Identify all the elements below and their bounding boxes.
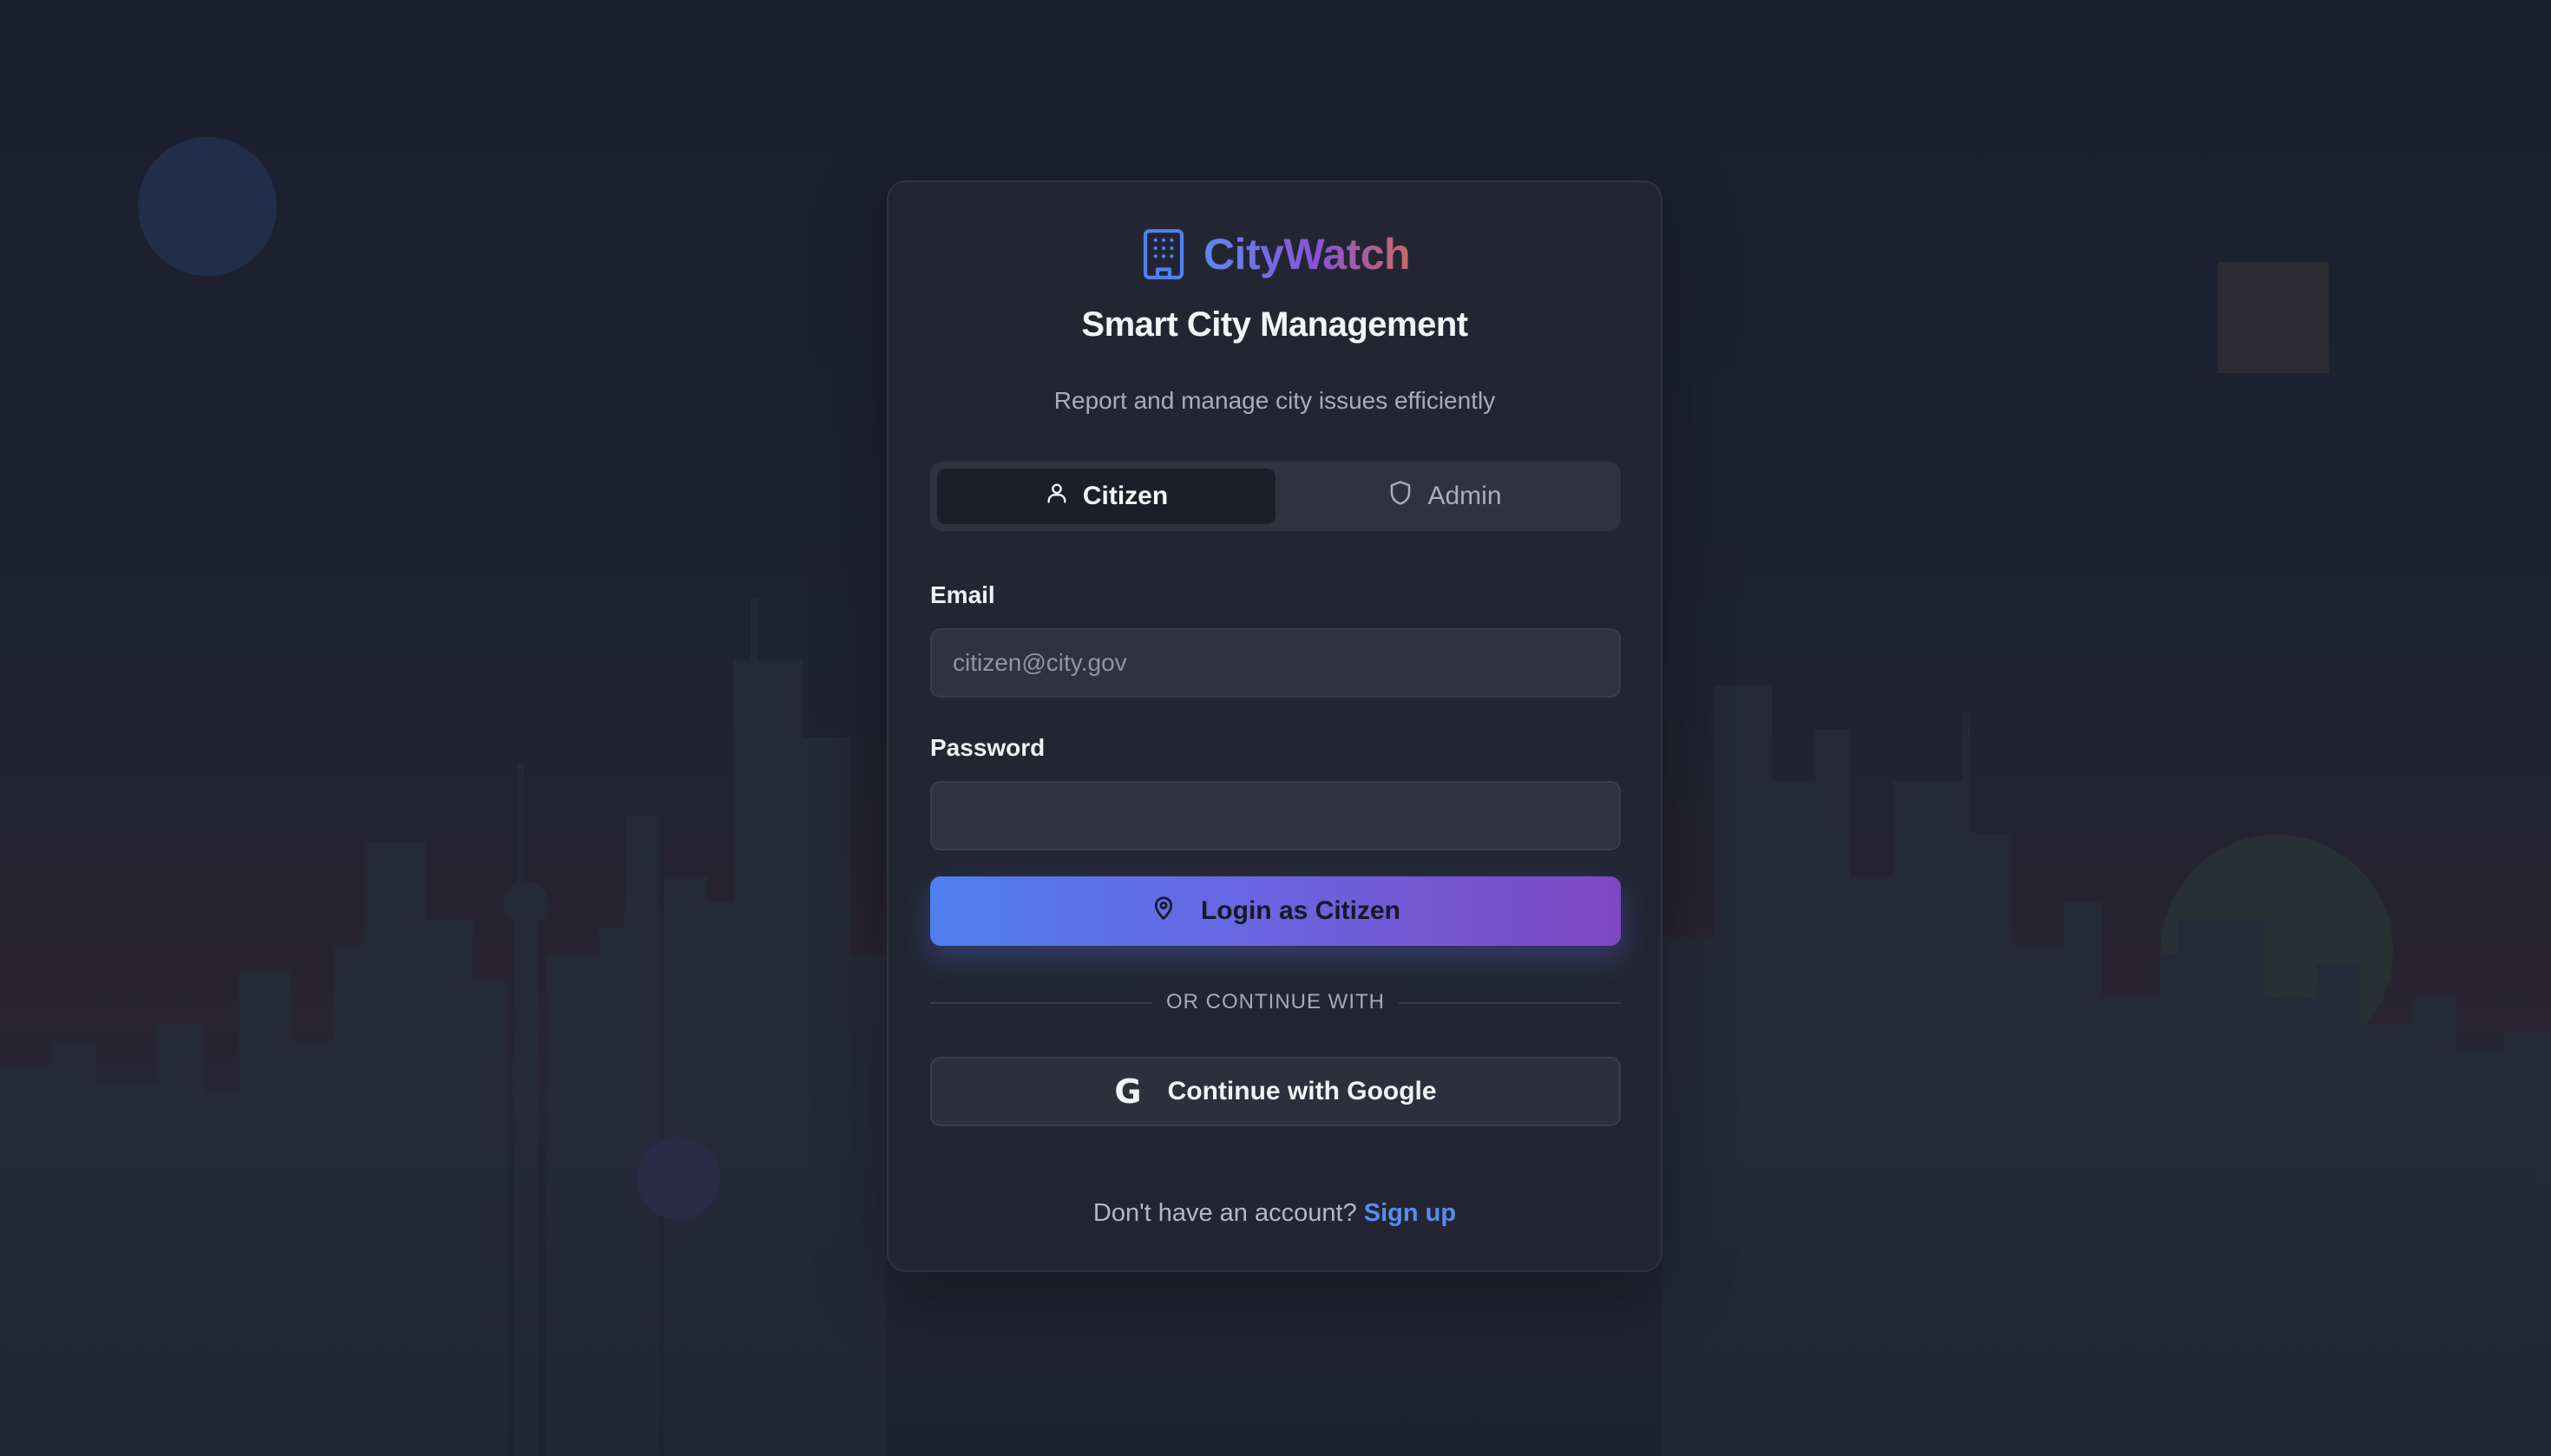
login-button[interactable]: Login as Citizen [930, 876, 1621, 946]
tab-admin-label: Admin [1427, 482, 1502, 510]
brand-header: CityWatch [889, 226, 1661, 283]
building-icon [1139, 227, 1188, 281]
divider-text: OR CONTINUE WITH [1152, 989, 1399, 1015]
decorative-circle [637, 1137, 720, 1220]
page-title: Smart City Management [1081, 305, 1468, 344]
google-icon: G [1114, 1072, 1142, 1111]
email-field[interactable] [930, 628, 1621, 698]
password-label: Password [930, 734, 1046, 761]
signup-prompt-text: Don't have an account? [1092, 1199, 1357, 1227]
tab-admin[interactable]: Admin [1276, 469, 1614, 524]
signup-link[interactable]: Sign up [1364, 1199, 1456, 1227]
shield-icon [1387, 480, 1413, 513]
google-signin-button[interactable]: G Continue with Google [930, 1057, 1621, 1126]
google-button-label: Continue with Google [1167, 1077, 1437, 1105]
page-subtitle: Report and manage city issues efficientl… [1053, 387, 1496, 414]
password-field[interactable] [930, 781, 1621, 850]
role-toggle: Citizen Admin [930, 462, 1621, 531]
app-name: CityWatch [1203, 230, 1411, 279]
signup-prompt: Don't have an account? Sign up [889, 1199, 1661, 1228]
map-pin-icon [1151, 894, 1177, 928]
login-button-label: Login as Citizen [1200, 896, 1400, 925]
login-card: CityWatch Smart City Management Report a… [887, 180, 1662, 1272]
tab-citizen[interactable]: Citizen [937, 469, 1276, 524]
divider: OR CONTINUE WITH [930, 989, 1621, 1015]
user-icon [1045, 481, 1069, 512]
email-label: Email [930, 581, 995, 608]
tab-citizen-label: Citizen [1082, 482, 1169, 510]
